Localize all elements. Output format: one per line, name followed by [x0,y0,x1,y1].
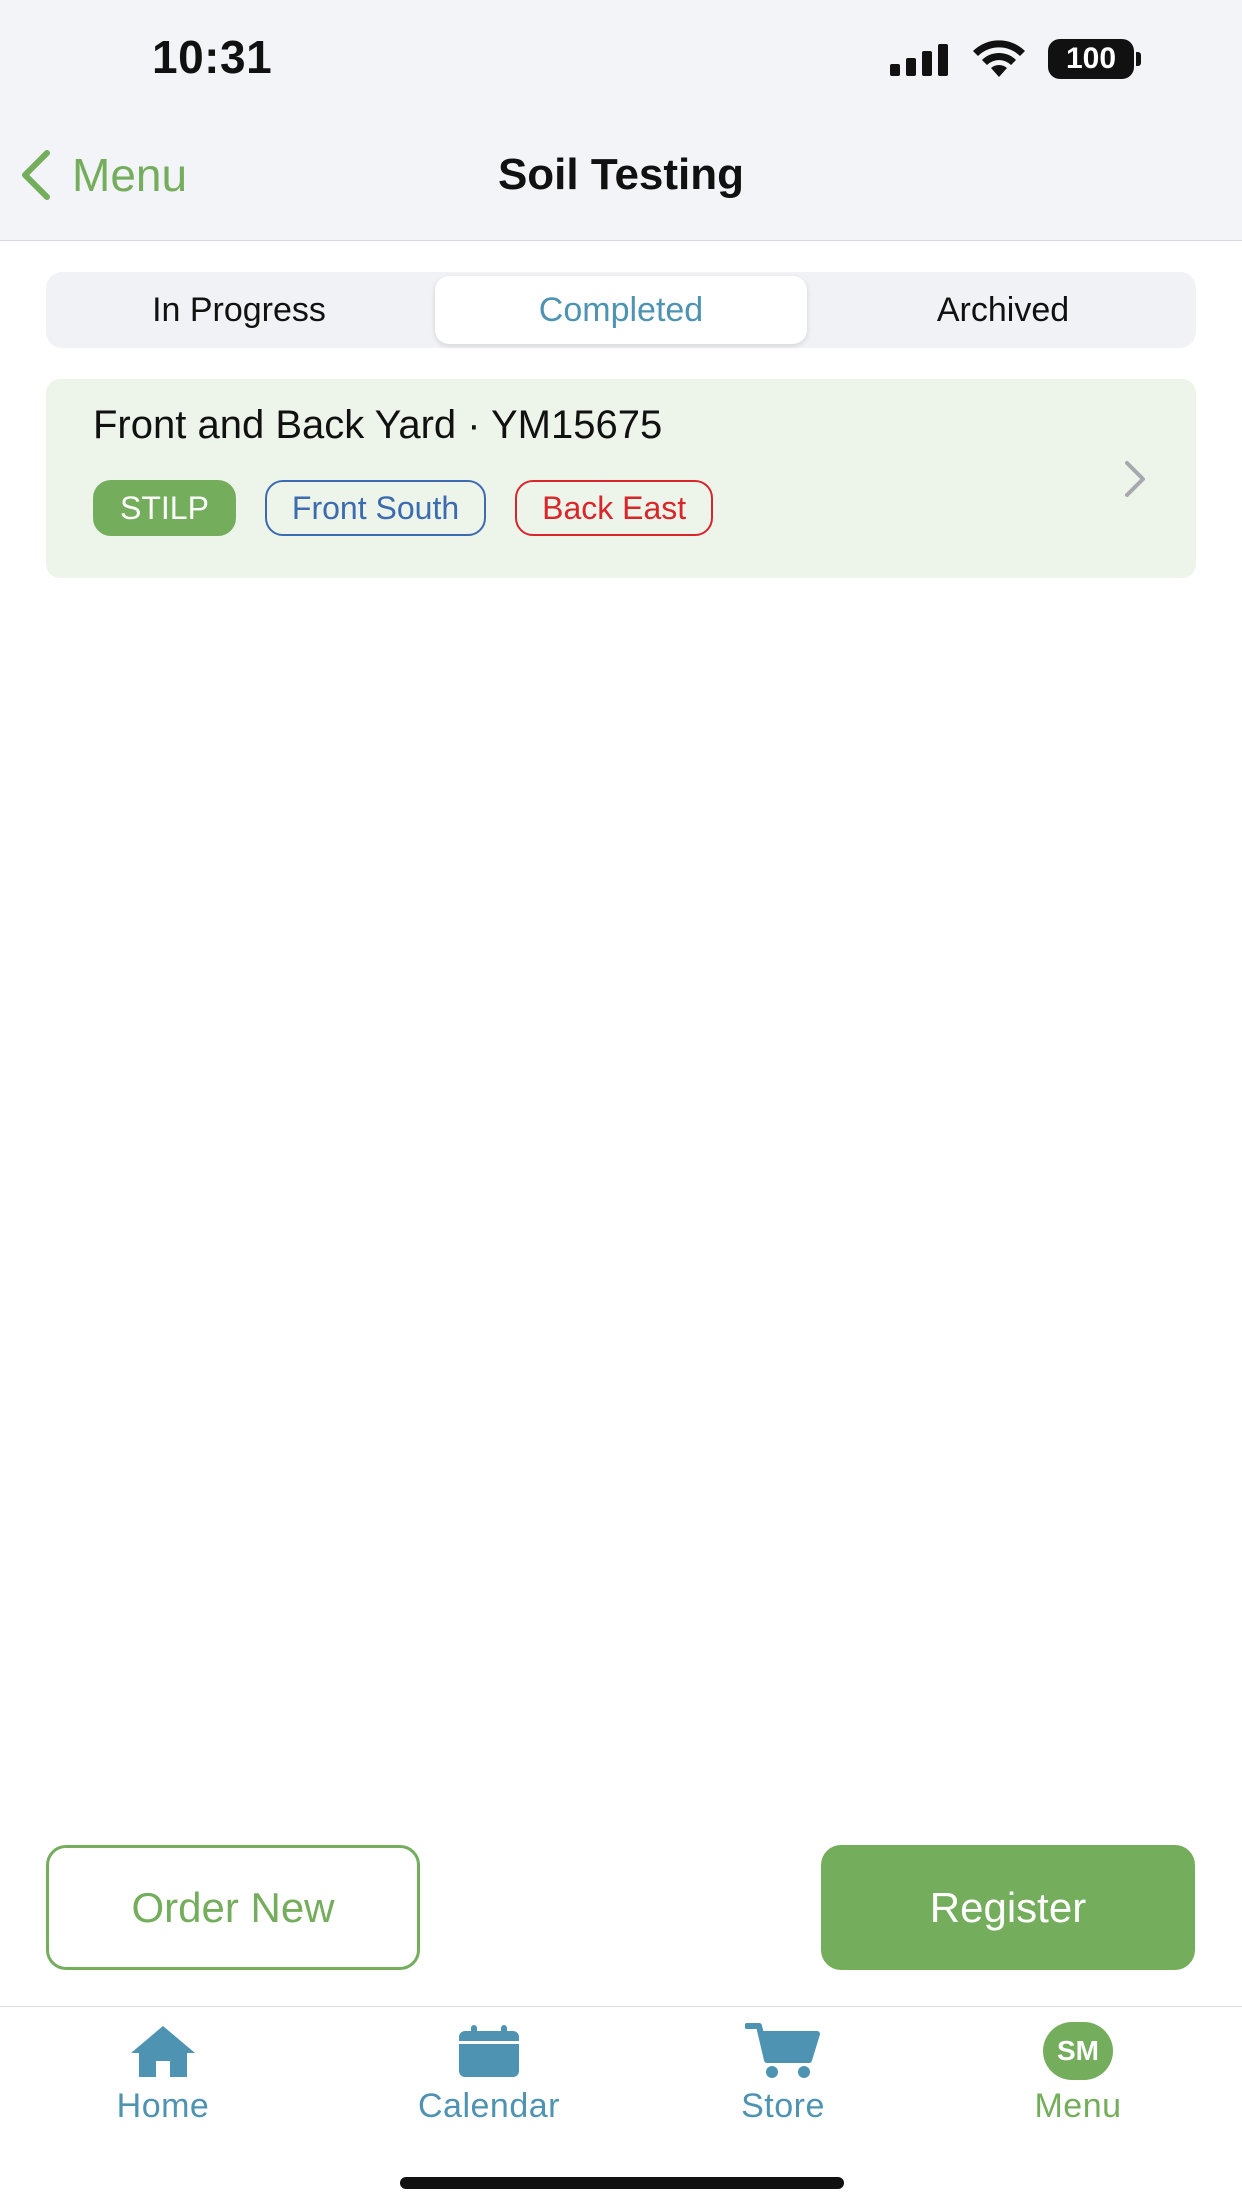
register-button[interactable]: Register [821,1845,1195,1970]
tab-store-label: Store [741,2087,825,2125]
top-bar: 10:31 100 Menu Soil Testing [0,0,1242,241]
cart-icon [743,2021,823,2081]
tab-home-label: Home [116,2087,210,2125]
cellular-signal-icon [890,42,948,76]
chevron-right-icon [1125,461,1145,497]
status-segmented-control: In Progress Completed Archived [46,272,1196,348]
tab-store[interactable]: Store [683,2021,883,2126]
home-indicator [400,2177,844,2189]
tab-calendar[interactable]: Calendar [389,2021,589,2126]
segment-archived[interactable]: Archived [814,276,1192,344]
avatar: SM [1043,2022,1113,2080]
tag-front-south: Front South [264,480,487,536]
tab-menu[interactable]: SM Menu [978,2021,1178,2126]
wifi-icon [973,40,1025,77]
tab-home[interactable]: Home [63,2021,263,2126]
soil-test-card[interactable]: Front and Back Yard · YM15675 STILP Fron… [46,379,1196,578]
status-time: 10:31 [152,31,273,83]
status-icons: 100 [890,38,1141,80]
tag-stilp: STILP [93,480,236,536]
calendar-icon [449,2021,529,2081]
battery-level: 100 [1065,42,1117,75]
page-title: Soil Testing [497,150,745,199]
card-title: Front and Back Yard · YM15675 [93,403,663,447]
card-tags: STILP Front South Back East [93,480,714,536]
order-new-button[interactable]: Order New [46,1845,420,1970]
home-icon [123,2021,203,2081]
battery-icon: 100 [1048,39,1141,79]
segment-completed[interactable]: Completed [435,276,807,344]
tab-calendar-label: Calendar [418,2087,560,2125]
tab-menu-label: Menu [1034,2087,1122,2125]
segment-in-progress[interactable]: In Progress [50,276,428,344]
tag-back-east: Back East [515,480,714,536]
